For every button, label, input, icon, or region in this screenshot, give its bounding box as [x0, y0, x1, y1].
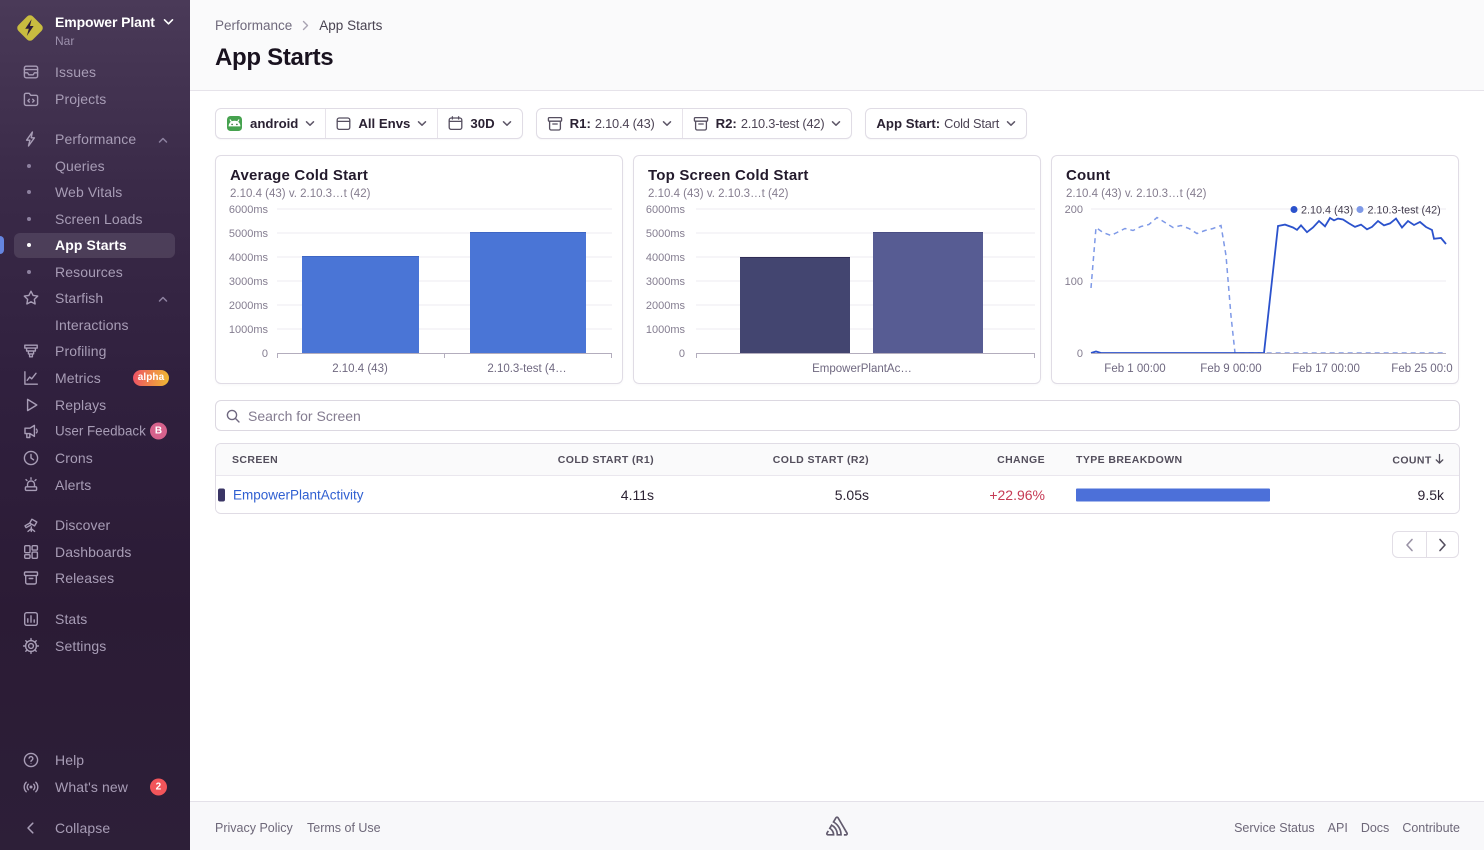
svg-text:1000ms: 1000ms [646, 324, 686, 336]
svg-text:3000ms: 3000ms [229, 276, 269, 288]
svg-text:3000ms: 3000ms [646, 276, 686, 288]
svg-text:2000ms: 2000ms [229, 300, 269, 312]
svg-text:0: 0 [1077, 348, 1083, 360]
svg-text:Feb 9 00:00: Feb 9 00:00 [1200, 363, 1261, 375]
svg-text:EmpowerPlantAc…: EmpowerPlantAc… [812, 363, 912, 375]
svg-text:2.10.3-test (42): 2.10.3-test (42) [1368, 205, 1441, 217]
svg-text:2.10.4 (43): 2.10.4 (43) [332, 363, 388, 375]
svg-text:4000ms: 4000ms [229, 252, 269, 264]
svg-text:4000ms: 4000ms [646, 252, 686, 264]
svg-text:5000ms: 5000ms [646, 228, 686, 240]
svg-text:100: 100 [1065, 276, 1083, 288]
svg-text:2000ms: 2000ms [646, 300, 686, 312]
svg-text:2.10.3-test (4…: 2.10.3-test (4… [487, 363, 566, 375]
svg-text:6000ms: 6000ms [646, 204, 686, 216]
svg-text:200: 200 [1065, 204, 1083, 216]
svg-text:1000ms: 1000ms [229, 324, 269, 336]
svg-text:Feb 25 00:0: Feb 25 00:0 [1391, 363, 1452, 375]
svg-text:0: 0 [679, 348, 685, 360]
svg-text:0: 0 [262, 348, 268, 360]
svg-text:Feb 17 00:00: Feb 17 00:00 [1292, 363, 1360, 375]
svg-text:2.10.4 (43): 2.10.4 (43) [1301, 205, 1353, 217]
svg-text:Feb 1 00:00: Feb 1 00:00 [1104, 363, 1165, 375]
svg-text:5000ms: 5000ms [229, 228, 269, 240]
svg-text:6000ms: 6000ms [229, 204, 269, 216]
